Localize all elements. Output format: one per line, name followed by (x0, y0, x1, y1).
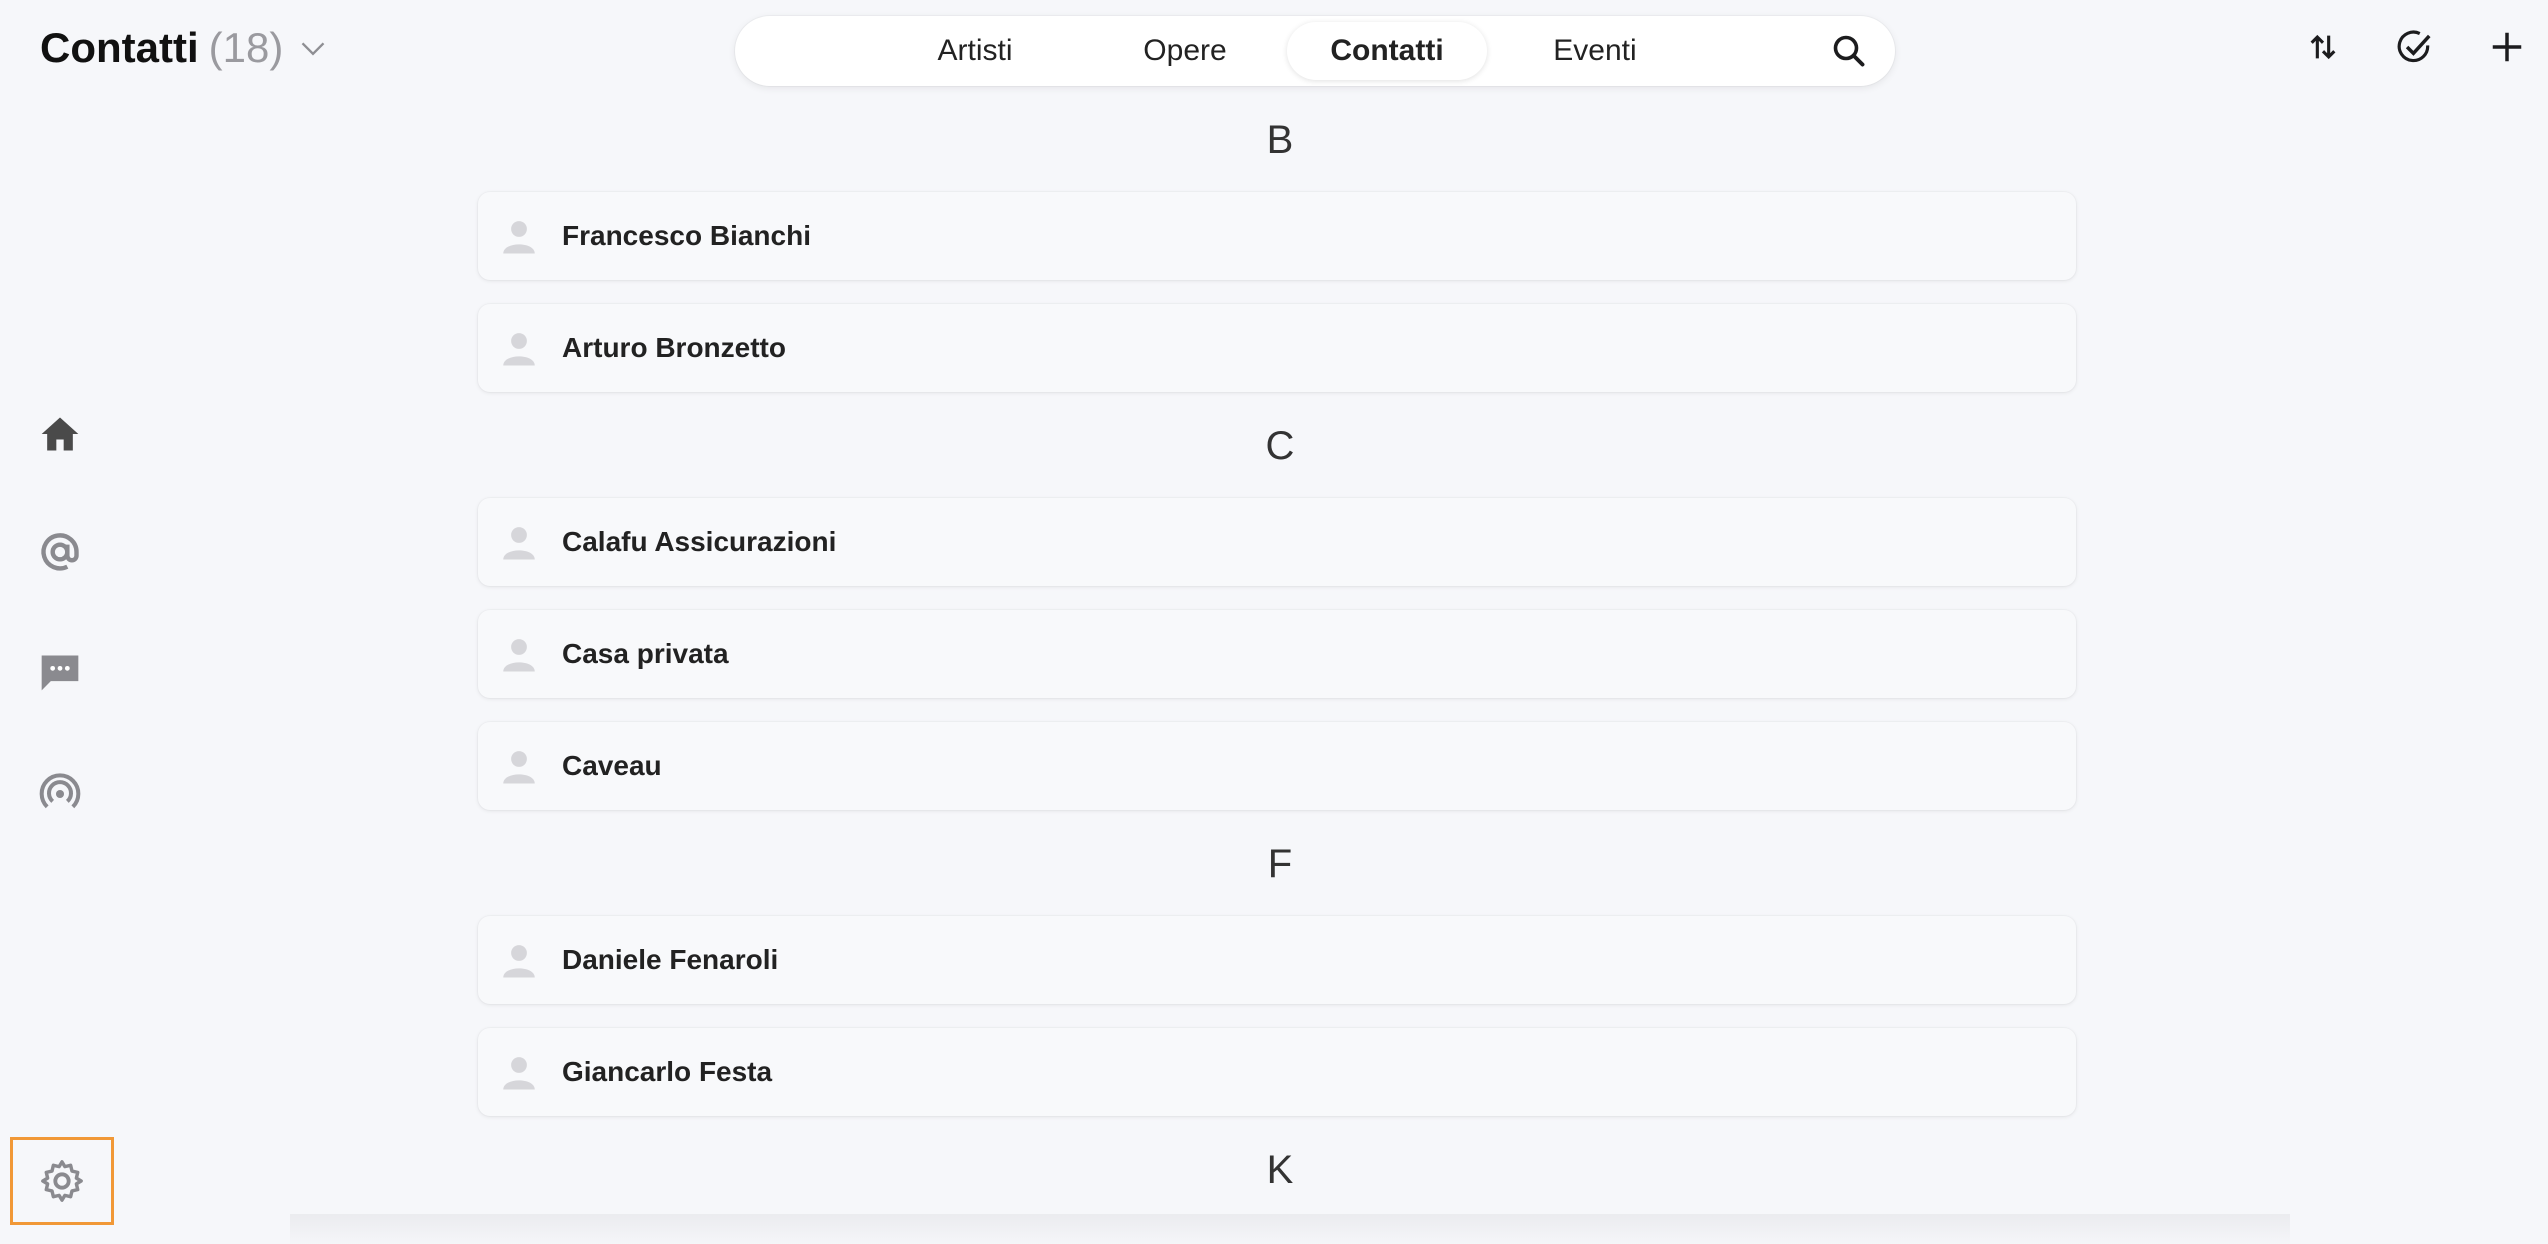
tab-opere[interactable]: Opere (1095, 22, 1275, 80)
contact-row[interactable]: Francesco Bianchi (478, 192, 2076, 280)
scroll-fade (290, 1214, 2290, 1244)
tab-eventi[interactable]: Eventi (1505, 22, 1685, 80)
broadcast-button[interactable] (36, 770, 84, 818)
contact-row[interactable]: Giancarlo Festa (478, 1028, 2076, 1116)
contact-name: Calafu Assicurazioni (562, 526, 837, 557)
chat-icon (41, 655, 79, 691)
contact-row[interactable]: Caveau (478, 722, 2076, 810)
at-icon (41, 533, 79, 571)
contact-name: Caveau (562, 750, 662, 781)
section-letter: F (1267, 842, 1293, 886)
contact-row[interactable]: Casa privata (478, 610, 2076, 698)
top-actions (2302, 26, 2528, 68)
settings-button[interactable] (10, 1137, 114, 1225)
contact-name: Francesco Bianchi (562, 220, 811, 251)
person-icon (503, 221, 535, 254)
contact-count: (18) (208, 24, 284, 71)
contact-row[interactable]: Arturo Bronzetto (478, 304, 2076, 392)
section-letter: B (1266, 118, 1294, 162)
plus-icon (2492, 32, 2522, 62)
tab-contatti[interactable]: Contatti (1287, 22, 1487, 80)
search-icon[interactable] (1831, 33, 1867, 69)
add-contact-button[interactable] (2486, 26, 2528, 68)
contact-name: Giancarlo Festa (562, 1056, 773, 1087)
tab-artisti[interactable]: Artisti (885, 22, 1065, 80)
page-title-group[interactable]: Contatti (18) (40, 24, 327, 72)
check-circle-icon (2397, 30, 2431, 63)
contact-name: Arturo Bronzetto (562, 332, 786, 363)
gear-icon (41, 1160, 83, 1202)
person-icon (503, 333, 535, 366)
person-icon (503, 639, 535, 672)
mail-button[interactable] (36, 528, 84, 576)
home-button[interactable] (36, 410, 84, 458)
home-icon (41, 417, 79, 451)
sort-button[interactable] (2302, 26, 2344, 68)
contact-name: Casa privata (562, 638, 729, 669)
broadcast-icon (39, 773, 81, 809)
person-icon (503, 1057, 535, 1090)
select-button[interactable] (2394, 26, 2436, 68)
chevron-down-icon[interactable] (299, 34, 327, 62)
contact-row[interactable]: Daniele Fenaroli (478, 916, 2076, 1004)
page-title: Contatti (40, 24, 199, 71)
sort-icon (2310, 34, 2336, 60)
tab-bar: Artisti Opere Contatti Eventi (735, 16, 1895, 86)
section-letter: K (1266, 1148, 1294, 1192)
contact-name: Daniele Fenaroli (562, 944, 779, 975)
section-letter: C (1265, 424, 1295, 468)
person-icon (503, 945, 535, 978)
person-icon (503, 527, 535, 560)
person-icon (503, 751, 535, 784)
contact-row[interactable]: Calafu Assicurazioni (478, 498, 2076, 586)
messages-button[interactable] (36, 648, 84, 696)
